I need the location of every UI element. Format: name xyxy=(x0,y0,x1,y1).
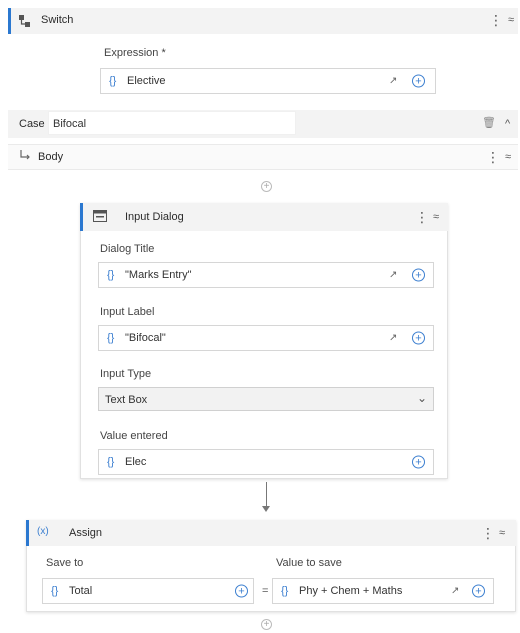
value-to-save-field[interactable]: {} Phy + Chem + Maths ↗ + xyxy=(272,578,494,604)
assign-title: Assign xyxy=(69,527,103,539)
value-to-save-label: Value to save xyxy=(276,557,342,569)
dialog-window-icon xyxy=(93,210,107,222)
input-label-label: Input Label xyxy=(100,306,155,318)
case-collapse-icon[interactable]: ^ xyxy=(505,118,510,130)
input-label-value: "Bifocal" xyxy=(125,332,166,344)
value-entered-brace-icon: {} xyxy=(107,456,115,468)
assign-variable-icon: (x) xyxy=(37,526,49,537)
switch-title: Switch xyxy=(41,14,74,26)
dialog-title-add-icon[interactable]: + xyxy=(412,268,425,282)
switch-header[interactable]: Switch ⋮ ≈ xyxy=(8,8,518,34)
save-to-field[interactable]: {} Total + xyxy=(42,578,254,604)
save-to-add-icon[interactable]: + xyxy=(235,584,248,598)
dialog-title-brace-icon: {} xyxy=(107,269,115,281)
body-header[interactable]: Body ⋮ ≈ xyxy=(8,144,518,170)
value-entered-label: Value entered xyxy=(100,430,168,442)
dialog-title-expand-icon[interactable]: ↗ xyxy=(389,270,397,281)
case-prefix: Case xyxy=(19,118,45,130)
value-to-save-add-icon[interactable]: + xyxy=(472,584,485,598)
assign-equals: = xyxy=(262,585,269,597)
expression-add-icon[interactable]: + xyxy=(412,74,425,88)
body-branch-icon xyxy=(19,149,31,161)
connector-arrow-icon xyxy=(262,506,270,512)
switch-icon xyxy=(18,14,32,28)
assign-more-menu-icon[interactable]: ⋮ xyxy=(481,526,495,540)
expression-field[interactable]: {} Elective ↗ + xyxy=(100,68,436,94)
dialog-title-value: "Marks Entry" xyxy=(125,269,192,281)
value-to-save-value: Phy + Chem + Maths xyxy=(299,585,403,597)
input-dialog-more-menu-icon[interactable]: ⋮ xyxy=(415,210,429,224)
value-entered-field[interactable]: {} Elec + xyxy=(98,449,434,475)
input-label-add-icon[interactable]: + xyxy=(412,331,425,345)
add-activity-bottom-icon[interactable]: + xyxy=(261,619,272,630)
body-label: Body xyxy=(38,151,64,163)
delete-case-icon[interactable]: 🗑 xyxy=(482,116,496,129)
value-to-save-brace-icon: {} xyxy=(281,585,289,597)
expression-value: Elective xyxy=(127,75,166,87)
assign-collapse-icon[interactable]: ≈ xyxy=(499,527,505,539)
input-label-expand-icon[interactable]: ↗ xyxy=(389,333,397,344)
expression-brace-icon: {} xyxy=(109,75,117,87)
value-entered-add-icon[interactable]: + xyxy=(412,455,425,469)
input-type-label: Input Type xyxy=(100,368,152,380)
input-dialog-title: Input Dialog xyxy=(125,211,184,223)
save-to-label: Save to xyxy=(46,557,84,569)
input-type-value: Text Box xyxy=(105,394,148,406)
switch-collapse-icon[interactable]: ≈ xyxy=(508,14,514,26)
input-label-field[interactable]: {} "Bifocal" ↗ + xyxy=(98,325,434,351)
body-collapse-icon[interactable]: ≈ xyxy=(505,151,511,163)
body-more-menu-icon[interactable]: ⋮ xyxy=(486,150,500,164)
add-activity-top-icon[interactable]: + xyxy=(261,181,272,192)
value-entered-value: Elec xyxy=(125,456,147,468)
input-type-select[interactable]: Text Box ⌄ xyxy=(98,387,434,411)
switch-more-menu-icon[interactable]: ⋮ xyxy=(489,13,503,27)
dialog-title-label: Dialog Title xyxy=(100,243,155,255)
expression-expand-icon[interactable]: ↗ xyxy=(389,76,397,87)
input-type-dropdown-icon[interactable]: ⌄ xyxy=(417,391,427,405)
input-dialog-header[interactable]: Input Dialog ⋮ ≈ xyxy=(80,203,448,231)
expression-label: Expression * xyxy=(104,47,166,59)
case-value: Bifocal xyxy=(53,118,87,130)
save-to-brace-icon: {} xyxy=(51,585,59,597)
input-dialog-collapse-icon[interactable]: ≈ xyxy=(433,211,439,223)
input-label-brace-icon: {} xyxy=(107,332,115,344)
assign-header[interactable]: (x) Assign ⋮ ≈ xyxy=(26,520,516,546)
save-to-value: Total xyxy=(69,585,93,597)
case-value-input[interactable]: Bifocal xyxy=(48,111,296,135)
dialog-title-field[interactable]: {} "Marks Entry" ↗ + xyxy=(98,262,434,288)
value-to-save-expand-icon[interactable]: ↗ xyxy=(451,586,459,597)
